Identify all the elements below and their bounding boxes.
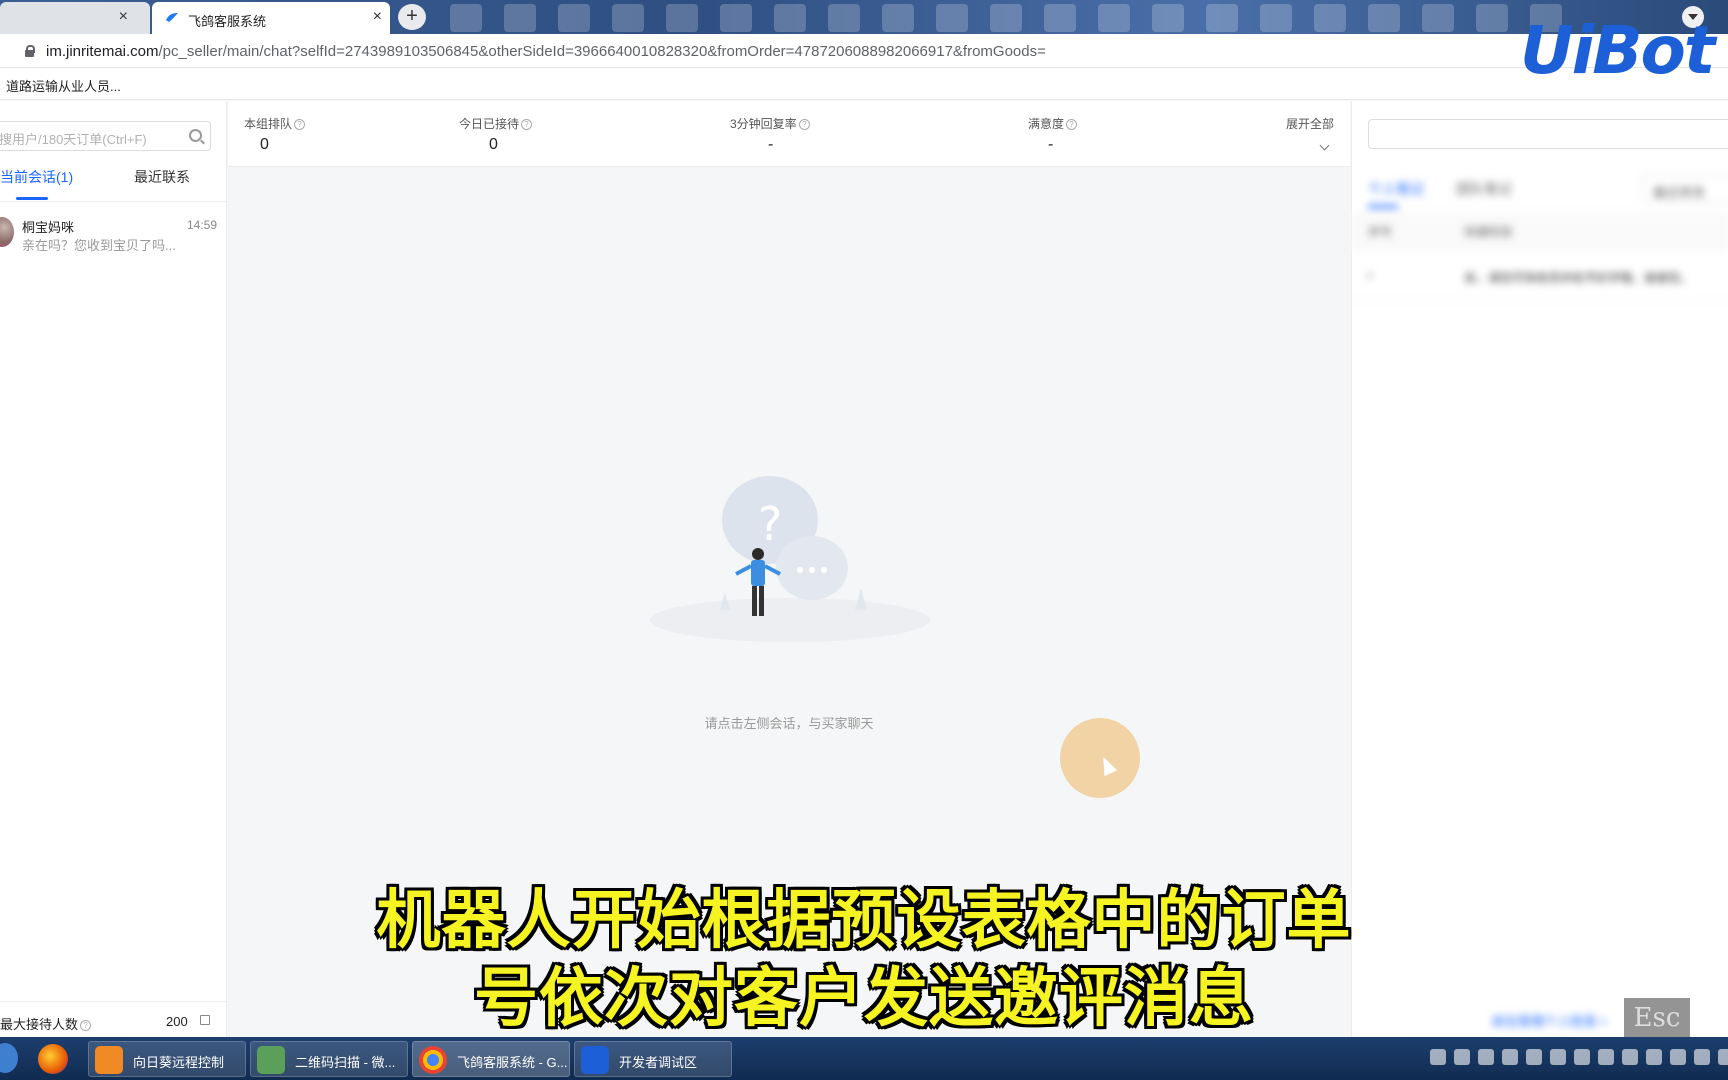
tab-recent-contacts[interactable]: 最近联系: [134, 167, 190, 187]
session-name: 桐宝妈咪: [22, 220, 75, 235]
expand-all-button[interactable]: 展开全部: [1286, 115, 1334, 151]
svg-text:?: ?: [758, 497, 782, 551]
bookmarks-bar: 道路运输从业人员...: [0, 68, 1728, 100]
close-tab-icon[interactable]: ×: [373, 8, 382, 26]
tray-icon[interactable]: [1598, 1049, 1614, 1065]
empty-chat-illustration: ?: [650, 476, 930, 642]
browser-tab-previous[interactable]: ×: [0, 2, 150, 34]
desktop-icons-background: [450, 4, 1562, 32]
taskbar-item-chrome-feige[interactable]: 飞鸽客服系统 - G...: [412, 1041, 570, 1077]
divider: [0, 201, 227, 202]
chevron-down-icon: [1319, 140, 1330, 151]
session-time: 14:59: [186, 218, 217, 232]
stat-satisfaction: 满意度? -: [1028, 115, 1078, 154]
session-last-message: 亲在吗？您收到宝贝了吗...: [22, 238, 176, 253]
table-row[interactable]: / 亲，请您尽快收货并给予好评哦，谢谢您。: [1352, 251, 1728, 301]
subtitle-line: 机器人开始根据预设表格中的订单: [376, 884, 1352, 958]
table-cell: /: [1368, 269, 1372, 283]
taskbar-item-qrcode-scan[interactable]: 二维码扫描 - 微...: [250, 1041, 408, 1077]
search-input[interactable]: 搜用户/180天订单(Ctrl+F): [0, 121, 211, 151]
uibot-icon: [581, 1046, 609, 1074]
stat-3min-reply-rate: 3分钟回复率? -: [730, 115, 810, 154]
help-icon[interactable]: ?: [798, 119, 810, 130]
chrome-icon: [419, 1046, 447, 1074]
browser-tab-active[interactable]: 飞鸽客服系统 ×: [152, 2, 390, 34]
tray-icon[interactable]: [1622, 1049, 1638, 1065]
sort-select[interactable]: 最近修改: [1642, 175, 1728, 203]
bookmark-item[interactable]: 道路运输从业人员...: [6, 76, 121, 95]
browser-tab-bar: × 飞鸽客服系统 × +: [0, 0, 1728, 34]
search-icon[interactable]: [189, 129, 202, 142]
wechat-icon: [257, 1046, 285, 1074]
table-cell: 亲，请您尽快收货并给予好评哦，谢谢您。: [1464, 271, 1693, 285]
empty-state-hint: 请点击左侧会话，与买家聊天: [704, 716, 874, 731]
phrase-search-input[interactable]: [1368, 119, 1728, 149]
tray-icon[interactable]: [1502, 1049, 1518, 1065]
tab-current-sessions[interactable]: 当前会话(1): [0, 167, 73, 187]
url-text[interactable]: im.jinritemai.com/pc_seller/main/chat?se…: [46, 43, 1046, 60]
help-icon[interactable]: ?: [521, 119, 533, 130]
video-subtitle: 机器人开始根据预设表格中的订单 号依次对客户发送邀评消息: [0, 882, 1728, 1038]
sunlogin-icon: [95, 1046, 123, 1074]
close-tab-icon[interactable]: ×: [119, 8, 128, 26]
uibot-watermark-logo: UiBot: [1520, 12, 1715, 89]
tray-icon[interactable]: [1646, 1049, 1662, 1065]
tab-team-notes[interactable]: 团队笔记: [1456, 179, 1512, 199]
column-header: 序号: [1368, 225, 1393, 239]
firefox-icon[interactable]: [38, 1044, 68, 1074]
stat-value: 0: [489, 136, 498, 153]
subtitle-line: 号依次对客户发送邀评消息: [474, 962, 1254, 1036]
lock-icon: [24, 45, 35, 57]
taskbar-item-dev-debug[interactable]: 开发者调试区: [574, 1041, 732, 1077]
session-item[interactable]: 桐宝妈咪 14:59 亲在吗？您收到宝贝了吗...: [0, 211, 227, 261]
taskbar-item-sunlogin[interactable]: 向日葵远程控制: [88, 1041, 246, 1077]
tray-icon[interactable]: [1550, 1049, 1566, 1065]
help-icon[interactable]: ?: [1066, 119, 1078, 130]
tab-personal-notes[interactable]: 个人笔记: [1368, 179, 1424, 199]
column-header: 快捷短语: [1464, 225, 1513, 239]
tab-title: 飞鸽客服系统: [188, 14, 267, 29]
avatar: [0, 217, 14, 247]
search-placeholder: 搜用户/180天订单(Ctrl+F): [0, 132, 147, 147]
tray-icon[interactable]: [1478, 1049, 1494, 1065]
tray-icon[interactable]: [1430, 1049, 1446, 1065]
stats-bar: 本组排队? 0 今日已接待? 0 3分钟回复率? - 满意度? - 展开全部: [228, 101, 1350, 167]
stat-value: -: [1048, 136, 1054, 153]
address-bar[interactable]: im.jinritemai.com/pc_seller/main/chat?se…: [0, 34, 1728, 68]
system-tray: [1430, 1049, 1728, 1065]
stat-received-today: 今日已接待? 0: [459, 115, 533, 154]
help-icon[interactable]: ?: [294, 119, 306, 130]
tray-icon[interactable]: [1718, 1049, 1728, 1065]
table-header: 序号 快捷短语: [1352, 211, 1728, 251]
volume-icon[interactable]: [1694, 1049, 1710, 1065]
start-button-icon[interactable]: [0, 1043, 18, 1073]
tray-icon[interactable]: [1454, 1049, 1470, 1065]
tray-icon[interactable]: [1670, 1049, 1686, 1065]
feige-bird-icon: [166, 13, 178, 22]
tray-icon[interactable]: [1574, 1049, 1590, 1065]
active-tab-indicator: [1368, 205, 1398, 208]
new-tab-button[interactable]: +: [398, 4, 426, 30]
stat-queue: 本组排队? 0: [244, 115, 306, 154]
active-tab-indicator: [16, 197, 48, 200]
url-host: im.jinritemai.com: [46, 43, 159, 60]
url-path: /pc_seller/main/chat?selfId=274398910350…: [158, 43, 1046, 60]
tray-icon[interactable]: [1526, 1049, 1542, 1065]
windows-taskbar: 向日葵远程控制 二维码扫描 - 微... 飞鸽客服系统 - G... 开发者调试…: [0, 1037, 1728, 1080]
stat-value: -: [768, 136, 774, 153]
stat-value: 0: [260, 136, 269, 153]
